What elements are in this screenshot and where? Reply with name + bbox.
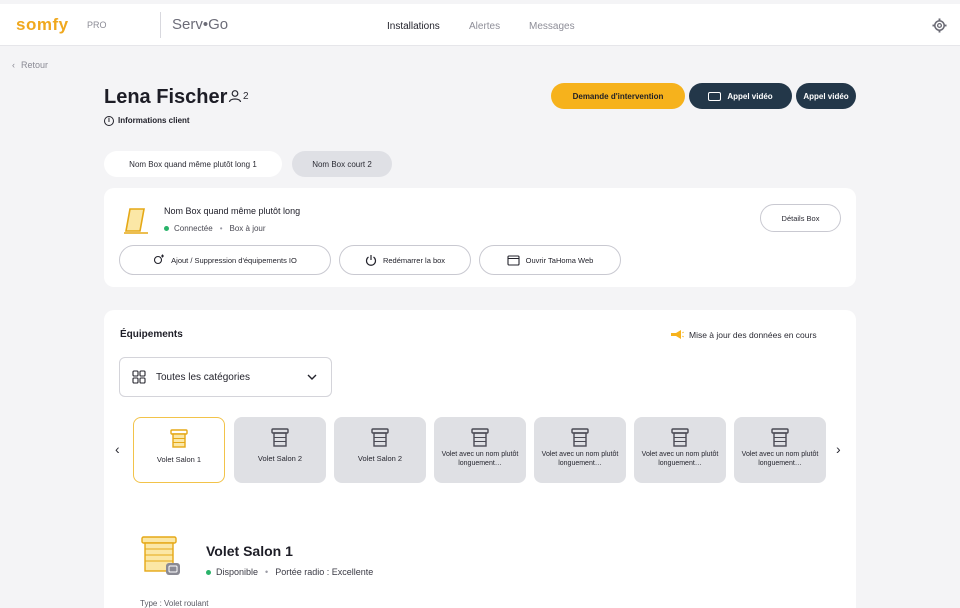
equipment-tile-6[interactable]: Volet avec un nom plutôt longuement… [634, 417, 726, 483]
megaphone-icon [671, 330, 684, 339]
person-icon [228, 90, 242, 103]
shutter-icon [371, 428, 389, 447]
equipment-tile-3[interactable]: Volet Salon 2 [334, 417, 426, 483]
equipment-tile-label: Volet avec un nom plutôt longuement… [741, 451, 819, 467]
box-connection-status: Connectée [174, 224, 213, 233]
box-update-status: Box à jour [229, 224, 266, 233]
tab-box-2[interactable]: Nom Box court 2 [292, 151, 392, 177]
box-card: Nom Box quand même plutôt long Connectée… [104, 188, 856, 287]
box-status: Connectée • Box à jour [164, 224, 266, 233]
equipment-tile-label: Volet avec un nom plutôt longuement… [641, 451, 719, 467]
equipment-tile-label: Volet Salon 1 [156, 455, 202, 464]
client-info-link[interactable]: i Informations client [104, 116, 190, 126]
availability-status: Disponible [216, 567, 259, 577]
header-divider [160, 12, 161, 38]
data-update-notice: Mise à jour des données en cours [670, 329, 817, 340]
shutter-device-icon [141, 536, 180, 575]
status-dot [164, 226, 169, 231]
add-remove-io-label: Ajout / Suppression d'équipements IO [171, 255, 297, 265]
carousel-next-button[interactable]: › [836, 441, 841, 457]
equipment-tile-label: Volet Salon 2 [357, 454, 403, 463]
shutter-icon [671, 428, 689, 447]
shutter-icon [471, 428, 489, 447]
equipment-tile-4[interactable]: Volet avec un nom plutôt longuement… [434, 417, 526, 483]
shutter-icon [271, 428, 289, 447]
shutter-icon [170, 429, 188, 448]
video-camera-icon [708, 91, 722, 101]
category-select-value: Toutes les catégories [156, 371, 250, 383]
restart-box-label: Redémarrer la box [382, 255, 446, 265]
video-call-label: Appel vidéo [727, 91, 773, 101]
nav-installations[interactable]: Installations [387, 21, 440, 32]
status-dot [206, 569, 211, 575]
equipment-tile-label: Volet Salon 2 [257, 454, 303, 463]
box-details-button[interactable]: Détails Box [760, 204, 841, 232]
equipment-type: Type : Volet roulant [140, 599, 209, 608]
equipment-tile-1[interactable]: Volet Salon 1 [133, 417, 225, 483]
video-call-short-button[interactable]: Appel vidéo [796, 83, 856, 109]
grid-icon [132, 370, 146, 384]
box-title: Nom Box quand même plutôt long [164, 206, 301, 216]
add-remove-io-button[interactable]: Ajout / Suppression d'équipements IO [119, 245, 331, 275]
open-tahoma-web-button[interactable]: Ouvrir TaHoma Web [479, 245, 621, 275]
external-window-icon [507, 255, 520, 266]
carousel-prev-button[interactable]: ‹ [115, 441, 120, 457]
shutter-icon [571, 428, 589, 447]
info-icon: i [104, 116, 114, 126]
nav-messages[interactable]: Messages [529, 21, 575, 32]
add-device-icon [154, 254, 165, 265]
selected-equipment-name: Volet Salon 1 [206, 543, 293, 559]
chevron-down-icon [307, 374, 317, 380]
equipment-card: Équipements Mise à jour des données en c… [104, 310, 856, 608]
tab-box-1[interactable]: Nom Box quand même plutôt long 1 [104, 151, 282, 177]
power-icon [365, 255, 376, 266]
intervention-request-button[interactable]: Demande d'intervention [551, 83, 685, 109]
chevron-left-icon: ‹ [12, 60, 15, 70]
client-info-label: Informations client [118, 116, 190, 126]
nav-alertes[interactable]: Alertes [469, 21, 500, 32]
equipment-tile-5[interactable]: Volet avec un nom plutôt longuement… [534, 417, 626, 483]
open-tahoma-web-label: Ouvrir TaHoma Web [525, 255, 594, 265]
equipment-tile-7[interactable]: Volet avec un nom plutôt longuement… [734, 417, 826, 483]
gear-icon[interactable] [932, 18, 947, 33]
contact-count: 2 [243, 91, 249, 102]
somfy-logo[interactable]: somfy [16, 15, 69, 35]
equipment-tile-2[interactable]: Volet Salon 2 [234, 417, 326, 483]
data-update-label: Mise à jour des données en cours [689, 329, 817, 340]
equipment-tile-label: Volet avec un nom plutôt longuement… [541, 451, 619, 467]
back-label: Retour [21, 60, 49, 70]
equipment-title: Équipements [120, 329, 183, 340]
tahoma-box-icon [124, 208, 148, 234]
video-call-button[interactable]: Appel vidéo [689, 83, 792, 109]
back-link[interactable]: ‹ Retour [6, 60, 48, 70]
restart-box-button[interactable]: Redémarrer la box [339, 245, 471, 275]
top-bar: somfy PRO Serv•Go Installations Alertes … [0, 4, 960, 46]
category-select[interactable]: Toutes les catégories [119, 357, 332, 397]
servgo-logo: Serv•Go [172, 16, 229, 33]
logo-pro-label: PRO [87, 20, 107, 30]
equipment-tile-label: Volet avec un nom plutôt longuement… [441, 451, 519, 467]
client-name: Lena Fischer [104, 86, 228, 108]
shutter-icon [771, 428, 789, 447]
selected-equipment-status: Disponible • Portée radio : Excellente [206, 567, 373, 577]
radio-range: Portée radio : Excellente [275, 567, 374, 577]
